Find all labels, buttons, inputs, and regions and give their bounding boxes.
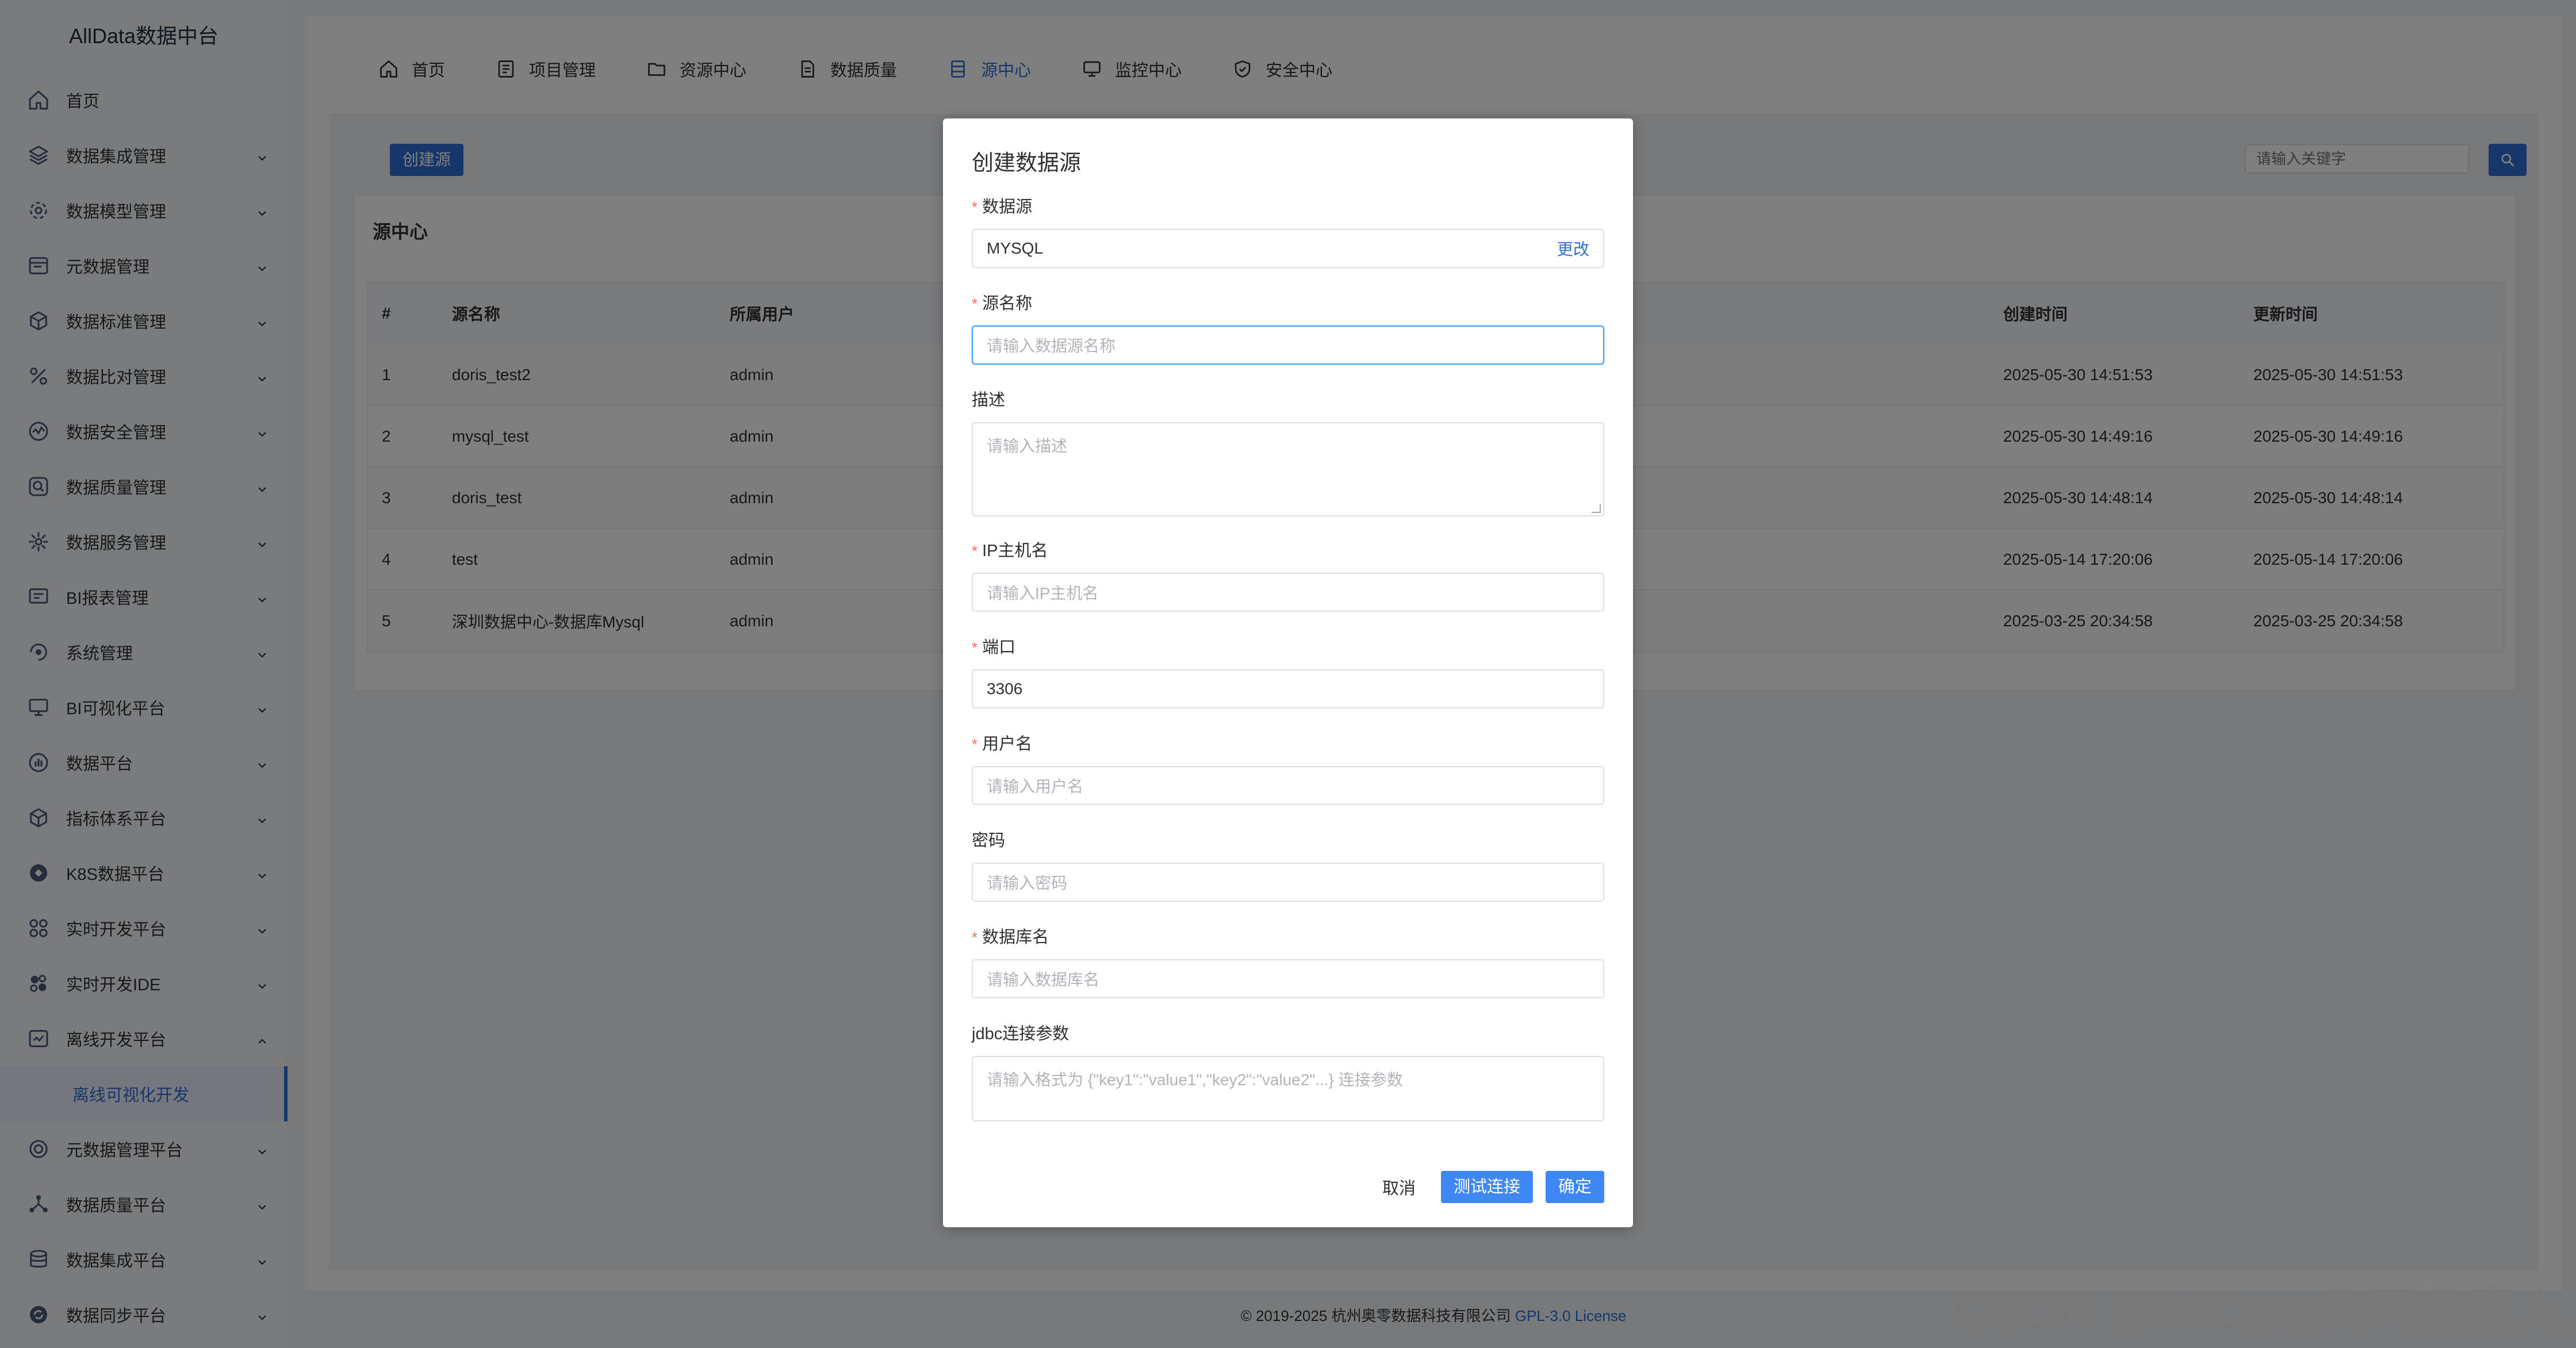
test-connection-button[interactable]: 测试连接 [1440, 1171, 1533, 1203]
description-label: 描述 [972, 391, 1006, 409]
source-name-placeholder: 请输入数据源名称 [987, 337, 1116, 355]
host-input[interactable]: 请输入IP主机名 [972, 573, 1604, 612]
name-label: 源名称 [982, 294, 1033, 313]
form-item-description: 描述 请输入描述 [972, 389, 1604, 516]
form-item-datasource: * 数据源 MYSQL 更改 [972, 196, 1604, 268]
required-mark: * [972, 542, 978, 560]
confirm-button[interactable]: 确定 [1545, 1171, 1604, 1203]
port-input[interactable]: 3306 [972, 669, 1604, 709]
username-input[interactable]: 请输入用户名 [972, 766, 1604, 805]
description-textarea[interactable]: 请输入描述 [972, 422, 1604, 516]
password-label: 密码 [972, 832, 1006, 850]
database-placeholder: 请输入数据库名 [987, 971, 1100, 989]
required-mark: * [972, 736, 978, 753]
datasource-value: MYSQL [987, 239, 1044, 257]
port-value: 3306 [987, 680, 1023, 698]
create-datasource-dialog: 创建数据源 * 数据源 MYSQL 更改 * 源名称 请输入数据源名称 描述 请输入… [943, 118, 1633, 1227]
form-item-password: 密码 请输入密码 [972, 829, 1604, 902]
host-label: IP主机名 [982, 542, 1048, 560]
required-mark: * [972, 198, 978, 216]
cancel-button[interactable]: 取消 [1370, 1175, 1428, 1199]
dialog-title: 创建数据源 [972, 151, 1082, 175]
username-placeholder: 请输入用户名 [987, 778, 1084, 795]
port-label: 端口 [982, 638, 1016, 657]
form-item-host: * IP主机名 请输入IP主机名 [972, 539, 1604, 612]
password-input[interactable]: 请输入密码 [972, 863, 1604, 902]
username-label: 用户名 [982, 735, 1033, 753]
database-input[interactable]: 请输入数据库名 [972, 959, 1604, 998]
jdbc-label: jdbc连接参数 [972, 1025, 1070, 1043]
database-label: 数据库名 [982, 928, 1049, 947]
datasource-label: 数据源 [982, 198, 1033, 216]
watermark: CSDN @AllData公司负责人 [1953, 1283, 2564, 1338]
change-datasource-link[interactable]: 更改 [1557, 237, 1589, 260]
required-mark: * [972, 639, 978, 656]
description-placeholder: 请输入描述 [987, 437, 1068, 455]
form-item-port: * 端口 3306 [972, 636, 1604, 709]
host-placeholder: 请输入IP主机名 [987, 584, 1099, 602]
required-mark: * [972, 295, 978, 312]
form-item-jdbc: jdbc连接参数 请输入格式为 {"key1":"value1","key2":… [972, 1023, 1604, 1121]
jdbc-params-textarea[interactable]: 请输入格式为 {"key1":"value1","key2":"value2".… [972, 1056, 1604, 1121]
datasource-field[interactable]: MYSQL 更改 [972, 229, 1604, 268]
form-item-username: * 用户名 请输入用户名 [972, 733, 1604, 805]
form-item-database: * 数据库名 请输入数据库名 [972, 926, 1604, 998]
jdbc-placeholder: 请输入格式为 {"key1":"value1","key2":"value2".… [987, 1071, 1403, 1089]
resize-handle[interactable] [1592, 504, 1601, 513]
password-placeholder: 请输入密码 [987, 874, 1068, 892]
dialog-footer: 取消 测试连接 确定 [1370, 1171, 1604, 1203]
source-name-input[interactable]: 请输入数据源名称 [972, 325, 1604, 365]
required-mark: * [972, 929, 978, 946]
form-item-name: * 源名称 请输入数据源名称 [972, 292, 1604, 365]
